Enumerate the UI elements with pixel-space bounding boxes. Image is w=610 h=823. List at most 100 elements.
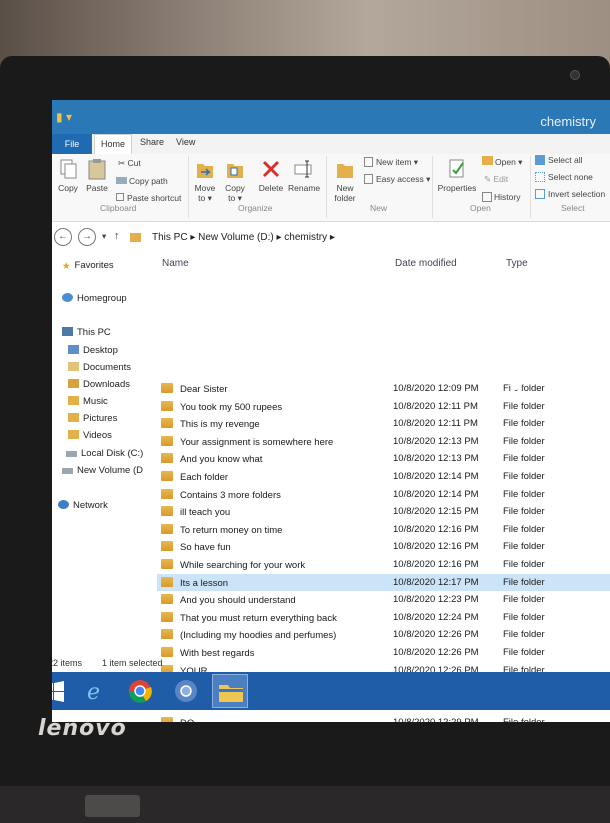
file-name: Dear Sister — [180, 384, 228, 395]
chrome-alt-icon[interactable] — [172, 677, 200, 705]
invert-selection-button[interactable]: Invert selection — [535, 189, 605, 199]
folder-icon — [161, 541, 173, 552]
selection-count: 1 item selected — [102, 658, 163, 668]
table-row[interactable]: Your assignment is somewhere here 10/8/20… — [157, 433, 610, 450]
drive-icon — [62, 468, 73, 474]
column-header-name[interactable]: Name — [162, 258, 189, 269]
select-all-icon — [535, 155, 545, 165]
move-to-button[interactable]: Move to ▾ — [192, 158, 218, 203]
new-item-icon — [364, 157, 373, 167]
table-row[interactable]: To return money on time 10/8/2020 12:16 P… — [157, 521, 610, 538]
date-modified: 10/8/2020 12:16 PM — [393, 559, 479, 570]
open-button[interactable]: Open ▾ — [482, 156, 522, 168]
table-row[interactable]: So have fun 10/8/2020 12:16 PM File folder — [157, 538, 610, 555]
table-row[interactable]: This is my revenge 10/8/2020 12:11 PM File… — [157, 415, 610, 432]
tab-home[interactable]: Home — [94, 134, 132, 155]
up-arrow-icon[interactable]: ↑ — [114, 230, 120, 242]
tab-share[interactable]: Share — [140, 137, 164, 147]
paste-button[interactable]: Paste — [84, 158, 110, 193]
table-row[interactable]: While searching for your work 10/8/2020 1… — [157, 556, 610, 573]
copy-button[interactable]: Copy — [56, 158, 80, 193]
select-all-button[interactable]: Select all — [535, 155, 583, 165]
file-type: File folder — [503, 559, 545, 570]
chrome-icon[interactable] — [126, 677, 154, 705]
file-type: File folder — [503, 418, 545, 430]
file-type: File folder — [503, 453, 545, 465]
file-type: File folder — [503, 541, 545, 553]
history-icon — [482, 192, 492, 202]
table-row[interactable]: ill teach you 10/8/2020 12:15 PM File fold… — [157, 503, 610, 520]
folder-icon — [161, 418, 173, 429]
nav-music[interactable]: Music — [68, 396, 108, 407]
table-row[interactable]: Dear Sister 10/8/2020 12:09 PM File folder — [157, 380, 610, 397]
group-select: Select — [561, 203, 585, 213]
nav-this-pc[interactable]: This PC — [62, 327, 111, 338]
explorer-taskbar-button[interactable] — [212, 674, 248, 708]
file-type: File folder — [503, 488, 545, 500]
edit-button[interactable]: ✎ Edit — [484, 174, 508, 185]
nav-new-volume[interactable]: New Volume (D — [62, 465, 143, 476]
copy-icon — [60, 159, 77, 179]
forward-arrow-icon[interactable]: → — [78, 228, 96, 246]
file-name: And you know what — [180, 454, 263, 466]
homegroup-icon — [62, 293, 73, 302]
new-item-button[interactable]: New item ▾ — [364, 157, 418, 168]
table-row[interactable]: Contains 3 more folders 10/8/2020 12:14 P… — [157, 486, 610, 503]
nav-network[interactable]: Network — [58, 500, 108, 511]
paste-shortcut-button[interactable]: Paste shortcut — [116, 193, 181, 203]
clipboard-icon — [88, 159, 106, 180]
nav-videos[interactable]: Videos — [68, 430, 112, 441]
column-header-date[interactable]: Date modified — [395, 258, 457, 269]
nav-favorites[interactable]: ★ Favorites — [62, 260, 114, 272]
tab-view[interactable]: View — [176, 137, 195, 147]
documents-folder-icon — [68, 362, 79, 371]
table-row[interactable]: You took my 500 rupees 10/8/2020 12:11 PM… — [157, 398, 610, 415]
computer-icon — [62, 327, 73, 336]
history-button[interactable]: History — [482, 192, 520, 202]
nav-documents[interactable]: Documents — [68, 362, 131, 373]
delete-x-icon — [262, 160, 280, 178]
select-none-button[interactable]: Select none — [535, 172, 593, 182]
table-row[interactable]: Its a lesson 10/8/2020 12:17 PM File folde… — [157, 573, 610, 591]
tab-file[interactable]: File — [52, 134, 92, 154]
cut-button[interactable]: ✂ Cut — [118, 158, 141, 169]
back-arrow-icon[interactable]: ← — [54, 228, 72, 246]
table-row[interactable]: And you know what 10/8/2020 12:13 PM File … — [157, 450, 610, 467]
delete-button[interactable]: Delete — [257, 158, 285, 193]
table-row[interactable]: DO 10/8/2020 12:29 PM File folder — [157, 714, 610, 722]
date-modified: 10/8/2020 12:13 PM — [393, 453, 479, 465]
date-modified: 10/8/2020 12:15 PM — [393, 506, 479, 518]
ie-icon[interactable]: e — [82, 677, 110, 705]
column-header-type[interactable]: Type — [506, 258, 528, 269]
recent-chevron-icon[interactable]: ▾ — [102, 231, 106, 242]
copy-to-folder-icon — [227, 164, 243, 178]
nav-homegroup[interactable]: Homegroup — [62, 293, 127, 304]
copy-to-button[interactable]: Copy to ▾ — [222, 158, 248, 203]
nav-desktop[interactable]: Desktop — [68, 345, 118, 356]
file-type: File folder — [503, 400, 545, 412]
breadcrumb[interactable]: This PC ▸ New Volume (D:) ▸ chemistry ▸ — [152, 232, 335, 243]
new-folder-button[interactable]: New folder — [330, 158, 360, 203]
easy-access-button[interactable]: Easy access ▾ — [364, 174, 430, 185]
date-modified: 10/8/2020 12:11 PM — [393, 418, 478, 430]
hinge-tab — [85, 795, 140, 817]
table-row[interactable]: And you should understand 10/8/2020 12:23… — [157, 591, 610, 608]
file-name: Contains 3 more folders — [180, 489, 281, 501]
table-row[interactable]: Each folder 10/8/2020 12:14 PM File folder — [157, 468, 610, 485]
folder-icon — [161, 611, 173, 622]
table-row[interactable]: That you must return everything back 10/8… — [157, 609, 610, 626]
folder-icon — [161, 717, 173, 722]
table-row[interactable]: (Including my hoodies and perfumes) 10/8/… — [157, 626, 610, 643]
webcam-icon — [570, 70, 580, 80]
explorer-window: ▮ ▾ chemistry File Home Share View Copy … — [52, 100, 610, 722]
folder-icon — [161, 559, 173, 569]
nav-downloads[interactable]: Downloads — [68, 379, 130, 390]
file-type: File folder — [503, 629, 545, 641]
rename-button[interactable]: Rename — [288, 158, 320, 193]
quick-access-toolbar-icon[interactable]: ▮ ▾ — [56, 110, 72, 124]
nav-pictures[interactable]: Pictures — [68, 413, 117, 424]
copy-path-button[interactable]: Copy path — [116, 176, 168, 186]
nav-local-disk[interactable]: Local Disk (C:) — [66, 448, 143, 459]
properties-button[interactable]: Properties — [436, 158, 478, 193]
start-icon[interactable] — [52, 677, 68, 705]
